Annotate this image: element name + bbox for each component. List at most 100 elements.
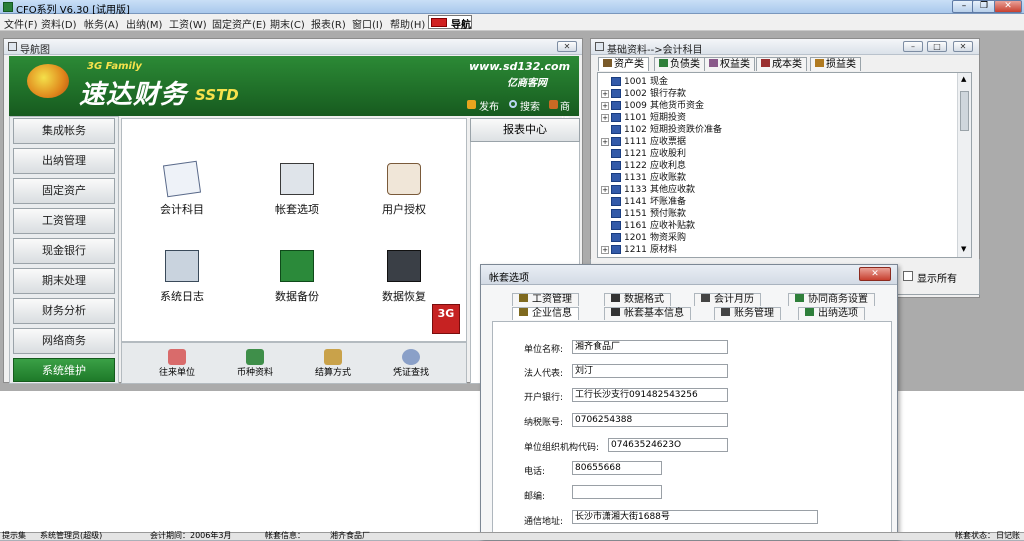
tree-row[interactable]: 1161 应收补贴款	[601, 220, 956, 232]
expand-icon[interactable]: +	[601, 89, 609, 98]
account-folder-icon	[611, 113, 621, 122]
menu-fixed-assets[interactable]: 固定资产(E)	[212, 16, 266, 31]
menu-accounting[interactable]: 帐务(A)	[84, 16, 119, 31]
cashier-tab-icon	[805, 308, 814, 316]
expand-icon[interactable]: +	[601, 113, 609, 122]
menu-help[interactable]: 帮助(H)	[390, 16, 425, 31]
link-publish[interactable]: 发布	[479, 98, 499, 113]
tree-row[interactable]: 1131 应收账款	[601, 172, 956, 184]
tab-data-format[interactable]: 数据格式	[604, 293, 671, 306]
tab-assets[interactable]: 资产类	[598, 57, 649, 71]
account-name: 应收股利	[650, 149, 687, 159]
tree-row[interactable]: +1111 应收票据	[601, 136, 956, 148]
accounts-minimize-button[interactable]: –	[903, 41, 923, 52]
nav-integrated-accounts[interactable]: 集成帐务	[13, 118, 115, 144]
accounts-maximize-button[interactable]: □	[927, 41, 947, 52]
options-dialog-close-button[interactable]: ✕	[859, 267, 891, 281]
tree-row[interactable]: 1141 坏账准备	[601, 196, 956, 208]
tree-row[interactable]: 1121 应收股利	[601, 148, 956, 160]
floppy-green-icon	[280, 250, 314, 282]
legal-rep-input[interactable]: 刘汀	[572, 364, 728, 378]
tab-company-info[interactable]: 企业信息	[512, 307, 579, 320]
close-button[interactable]: ✕	[994, 0, 1022, 13]
bank-input[interactable]: 工行长沙支行091482543256	[572, 388, 728, 402]
menu-file[interactable]: 文件(F)	[4, 16, 38, 31]
tab-cost[interactable]: 成本类	[756, 57, 807, 71]
tab-ledger-management[interactable]: 账务管理	[714, 307, 781, 320]
address-input[interactable]: 长沙市潇湘大街1688号	[572, 510, 818, 524]
nav-system-maintenance[interactable]: 系统维护	[13, 358, 115, 382]
account-name: 原材料	[650, 245, 678, 255]
tab-cashier-options[interactable]: 出纳选项	[798, 307, 865, 320]
menu-data[interactable]: 资料(D)	[41, 16, 77, 31]
icon-data-restore[interactable]: 数据恢复	[369, 250, 439, 304]
tab-liabilities[interactable]: 负债类	[654, 57, 705, 71]
account-name: 坏账准备	[650, 197, 687, 207]
postcode-input[interactable]	[572, 485, 662, 499]
icon-settlement-method-label: 结算方式	[314, 368, 351, 378]
menu-payroll[interactable]: 工资(W)	[169, 16, 207, 31]
nav-network-commerce[interactable]: 网络商务	[13, 328, 115, 354]
nav-period-end[interactable]: 期末处理	[13, 268, 115, 294]
tree-row[interactable]: 1122 应收利息	[601, 160, 956, 172]
icon-user-authorization[interactable]: 用户授权	[369, 163, 439, 217]
icon-system-log[interactable]: 系统日志	[147, 250, 217, 304]
status-period: 会计期间：2006年3月	[150, 531, 232, 540]
tree-row[interactable]: 1102 短期投资跌价准备	[601, 124, 956, 136]
tree-row[interactable]: +1211 原材料	[601, 244, 956, 256]
icon-currency[interactable]: 币种资料	[230, 349, 280, 378]
restore-button[interactable]: ❐	[972, 0, 996, 13]
icon-counterparties[interactable]: 往来单位	[152, 349, 202, 378]
menu-cashier[interactable]: 出纳(M)	[126, 16, 162, 31]
nav-cash-bank[interactable]: 现金银行	[13, 238, 115, 264]
menu-window[interactable]: 窗口(I)	[352, 16, 383, 31]
nav-cashier-management[interactable]: 出纳管理	[13, 148, 115, 174]
icon-data-backup[interactable]: 数据备份	[262, 250, 332, 304]
brand-url[interactable]: www.sd132.com	[469, 60, 570, 73]
tab-payroll-management[interactable]: 工资管理	[512, 293, 579, 306]
expand-icon[interactable]: +	[601, 101, 609, 110]
icon-voucher-search[interactable]: 凭证查找	[386, 349, 436, 378]
menu-period-end[interactable]: 期末(C)	[270, 16, 305, 31]
accounts-close-button[interactable]: ✕	[953, 41, 973, 52]
tree-row[interactable]: 1001 现金	[601, 76, 956, 88]
company-name-input[interactable]: 湘齐食品厂	[572, 340, 728, 354]
tree-row[interactable]: +1009 其他货币资金	[601, 100, 956, 112]
account-code: 1133	[624, 185, 647, 195]
expand-icon[interactable]: +	[601, 245, 609, 254]
link-search[interactable]: 搜索	[520, 98, 540, 113]
icon-settlement-method[interactable]: 结算方式	[308, 349, 358, 378]
nav-window-close-button[interactable]: ✕	[557, 41, 577, 52]
scroll-down-arrow[interactable]: ▼	[961, 245, 966, 253]
expand-icon[interactable]: +	[601, 185, 609, 194]
tree-row[interactable]: +1101 短期投资	[601, 112, 956, 124]
nav-toolbar-button[interactable]: 导航	[428, 15, 472, 31]
tree-scrollbar[interactable]: ▲ ▼	[957, 73, 971, 257]
tab-equity[interactable]: 权益类	[704, 57, 755, 71]
show-all-checkbox[interactable]	[903, 271, 913, 281]
tree-row[interactable]: 1151 预付账款	[601, 208, 956, 220]
menu-reports[interactable]: 报表(R)	[311, 16, 346, 31]
tree-row[interactable]: 1201 物资采购	[601, 232, 956, 244]
account-name: 现金	[650, 77, 669, 87]
tab-accounting-calendar[interactable]: 会计月历	[694, 293, 761, 306]
icon-chart-of-accounts[interactable]: 会计科目	[147, 160, 217, 217]
tree-row[interactable]: +1002 银行存款	[601, 88, 956, 100]
tab-profit-loss[interactable]: 损益类	[810, 57, 861, 71]
tab-collaboration-settings[interactable]: 协同商务设置	[788, 293, 875, 306]
scroll-thumb[interactable]	[960, 91, 969, 131]
nav-payroll[interactable]: 工资管理	[13, 208, 115, 234]
brand-logo-icon	[27, 64, 69, 98]
scroll-up-arrow[interactable]: ▲	[961, 75, 966, 83]
phone-input[interactable]: 80655668	[572, 461, 662, 475]
icon-account-set-options-label: 帐套选项	[275, 203, 319, 216]
expand-icon[interactable]: +	[601, 137, 609, 146]
tax-account-input[interactable]: 0706254388	[572, 413, 728, 427]
org-code-input[interactable]: 07463524623O	[608, 438, 728, 452]
nav-fixed-assets[interactable]: 固定资产	[13, 178, 115, 204]
icon-account-set-options[interactable]: 帐套选项	[262, 163, 332, 217]
tab-account-basic-info[interactable]: 帐套基本信息	[604, 307, 691, 320]
report-center-header[interactable]: 报表中心	[470, 118, 580, 142]
nav-financial-analysis[interactable]: 财务分析	[13, 298, 115, 324]
tree-row[interactable]: +1133 其他应收款	[601, 184, 956, 196]
